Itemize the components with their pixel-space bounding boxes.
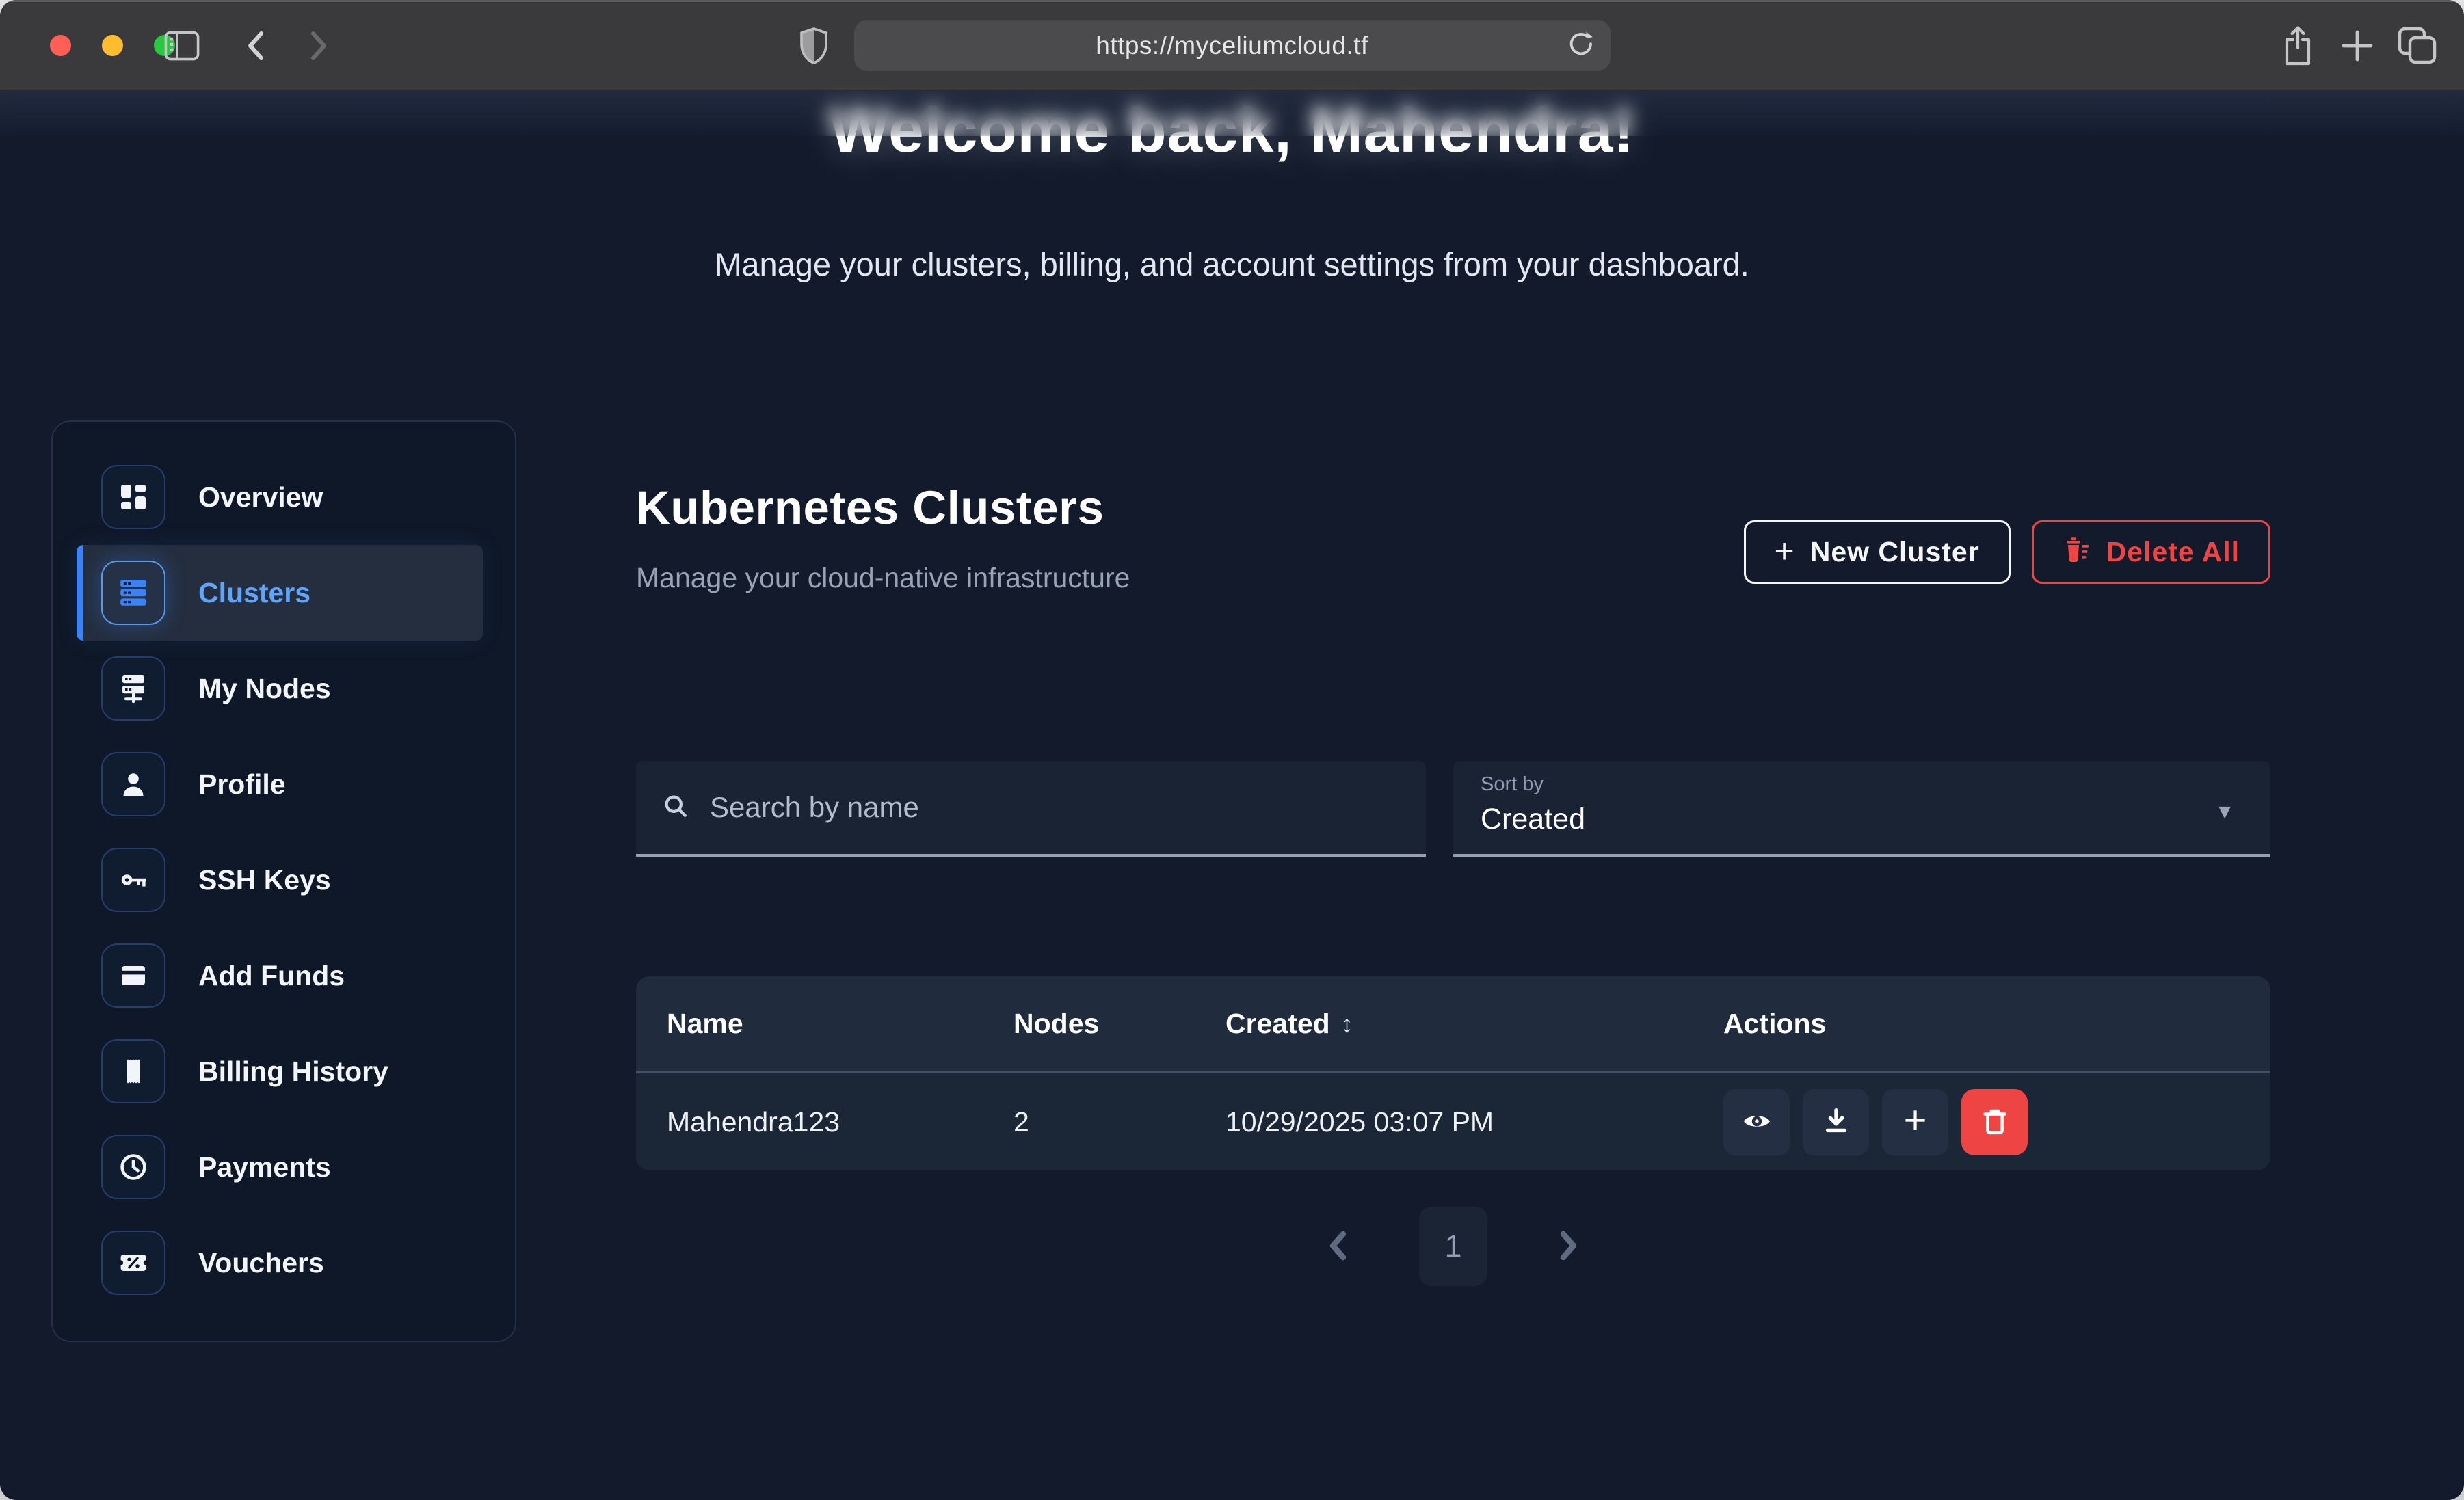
servers-icon <box>101 561 165 625</box>
plus-icon: + <box>1775 534 1795 568</box>
sidebar-item-label: Add Funds <box>198 960 345 992</box>
caret-down-icon: ▼ <box>2214 801 2235 824</box>
privacy-shield-icon[interactable] <box>799 27 829 65</box>
filter-row: Sort by Created ▼ <box>636 761 2270 857</box>
delete-cluster-button[interactable] <box>1961 1089 2028 1155</box>
sidebar-item-label: Vouchers <box>198 1247 324 1279</box>
dashboard-icon <box>101 465 165 529</box>
trash-icon <box>1979 1106 2011 1139</box>
sidebar-item-billing-history[interactable]: Billing History <box>77 1023 483 1119</box>
search-field[interactable] <box>636 761 1426 857</box>
clusters-table: Name Nodes Created ↕ Actions Mahendra123… <box>636 976 2270 1170</box>
col-header-nodes: Nodes <box>1014 1008 1226 1040</box>
ticket-icon <box>101 1231 165 1295</box>
col-header-created[interactable]: Created ↕ <box>1226 1008 1723 1040</box>
next-page-button[interactable] <box>1553 1228 1583 1265</box>
sidebar-item-add-funds[interactable]: Add Funds <box>77 928 483 1023</box>
share-icon[interactable] <box>2280 25 2316 67</box>
previous-page-button[interactable] <box>1323 1228 1353 1265</box>
search-input[interactable] <box>708 790 1401 825</box>
view-cluster-button[interactable] <box>1723 1089 1790 1155</box>
new-cluster-button[interactable]: + New Cluster <box>1744 520 2011 584</box>
forward-button[interactable] <box>302 28 334 64</box>
url-text: https://myceliumcloud.tf <box>1096 31 1368 60</box>
cluster-created: 10/29/2025 03:07 PM <box>1226 1106 1723 1138</box>
plus-icon: + <box>1904 1101 1927 1140</box>
close-window-button[interactable] <box>50 35 71 56</box>
card-icon <box>101 943 165 1008</box>
minimize-window-button[interactable] <box>102 35 123 56</box>
sidebar-item-vouchers[interactable]: Vouchers <box>77 1215 483 1311</box>
sidebar-item-label: SSH Keys <box>198 864 331 896</box>
trash-lines-icon <box>2063 534 2091 571</box>
delete-all-button[interactable]: Delete All <box>2032 520 2270 584</box>
download-kubeconfig-button[interactable] <box>1803 1089 1869 1155</box>
sidebar-item-ssh-keys[interactable]: SSH Keys <box>77 832 483 928</box>
address-bar[interactable]: https://myceliumcloud.tf <box>854 20 1611 71</box>
cluster-nodes: 2 <box>1014 1106 1226 1138</box>
new-tab-icon[interactable] <box>2338 27 2376 65</box>
eye-icon <box>1740 1105 1773 1140</box>
sidebar-item-label: Payments <box>198 1151 331 1183</box>
sort-value: Created <box>1481 803 2243 836</box>
new-cluster-label: New Cluster <box>1810 536 1980 568</box>
pagination: 1 <box>636 1207 2270 1286</box>
receipt-icon <box>101 1039 165 1103</box>
dashboard-page: Welcome back, Mahendra! Manage your clus… <box>0 91 2464 1500</box>
nodes-icon <box>101 656 165 721</box>
sidebar-item-label: Billing History <box>198 1056 388 1088</box>
row-actions: + <box>1723 1089 2270 1155</box>
sidebar-item-overview[interactable]: Overview <box>77 449 483 545</box>
col-header-name: Name <box>667 1008 1014 1040</box>
created-header-label: Created <box>1226 1008 1330 1040</box>
page-number-button[interactable]: 1 <box>1419 1207 1487 1286</box>
page-subtitle: Manage your clusters, billing, and accou… <box>0 245 2464 283</box>
sort-label: Sort by <box>1481 773 2243 796</box>
key-icon <box>101 848 165 912</box>
col-header-actions: Actions <box>1723 1008 2270 1040</box>
sidebar-item-label: Overview <box>198 481 323 513</box>
sidebar-item-payments[interactable]: Payments <box>77 1119 483 1215</box>
delete-all-label: Delete All <box>2106 536 2240 568</box>
person-icon <box>101 752 165 816</box>
sidebar-item-clusters[interactable]: Clusters <box>77 545 483 641</box>
add-node-button[interactable]: + <box>1882 1089 1948 1155</box>
sidebar-item-my-nodes[interactable]: My Nodes <box>77 641 483 736</box>
search-icon <box>661 791 691 825</box>
sort-updown-icon: ↕ <box>1341 1010 1353 1039</box>
reload-icon[interactable] <box>1565 28 1597 63</box>
back-button[interactable] <box>241 28 272 64</box>
table-row: Mahendra123 2 10/29/2025 03:07 PM <box>636 1073 2270 1170</box>
clock-icon <box>101 1135 165 1199</box>
sidebar-item-label: Profile <box>198 768 286 801</box>
table-header-row: Name Nodes Created ↕ Actions <box>636 976 2270 1073</box>
window-controls <box>50 35 175 56</box>
sidebar-toggle-icon[interactable] <box>164 31 200 61</box>
sidebar-item-profile[interactable]: Profile <box>77 736 483 832</box>
sidebar-item-label: Clusters <box>198 577 310 609</box>
tab-overview-icon[interactable] <box>2397 26 2439 66</box>
browser-toolbar: https://myceliumcloud.tf <box>0 0 2464 91</box>
download-icon <box>1820 1106 1852 1139</box>
sidebar-nav: Overview <box>51 420 516 1342</box>
cluster-name: Mahendra123 <box>667 1106 1014 1138</box>
header-actions: + New Cluster <box>1744 520 2270 584</box>
clusters-main: Kubernetes Clusters Manage your cloud-na… <box>636 481 2270 594</box>
browser-window: https://myceliumcloud.tf <box>0 0 2464 1500</box>
sidebar-item-label: My Nodes <box>198 673 331 705</box>
sort-select[interactable]: Sort by Created ▼ <box>1453 761 2270 857</box>
frosted-header-band <box>0 91 2464 136</box>
